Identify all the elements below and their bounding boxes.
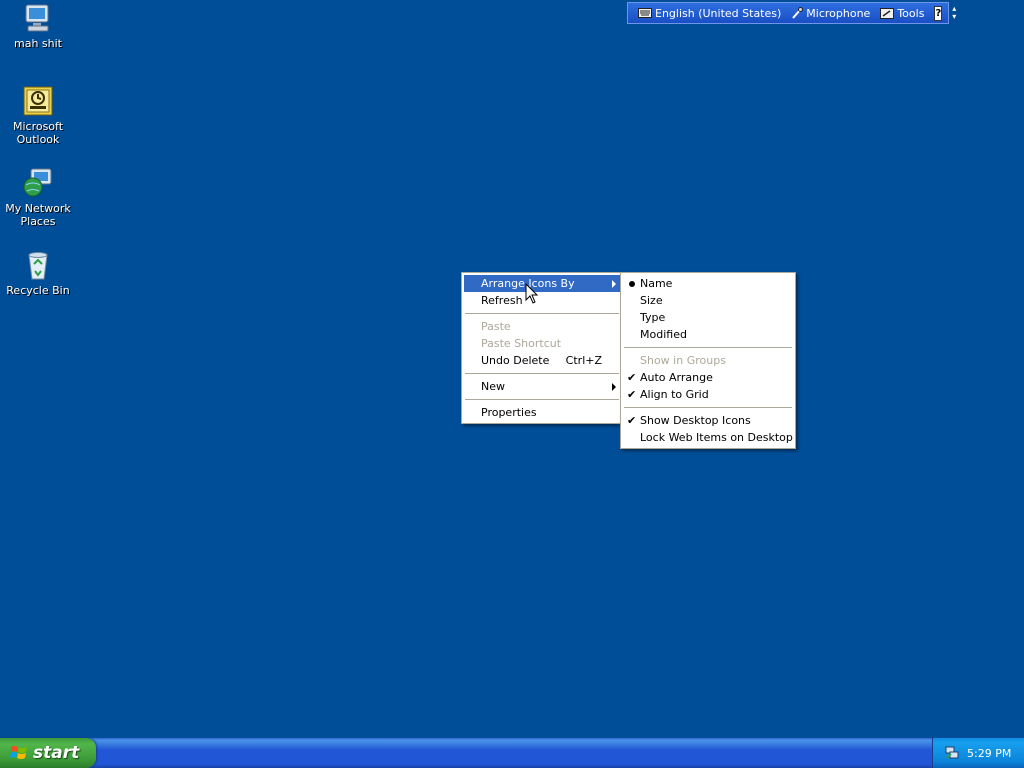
menu-item-label: Name <box>640 277 673 290</box>
language-button[interactable]: English (United States) <box>638 7 781 20</box>
menu-item-paste-shortcut: Paste Shortcut <box>464 335 620 352</box>
start-label: start <box>33 743 80 763</box>
menu-item-label: Type <box>640 311 666 324</box>
menu-item-properties[interactable]: Properties <box>464 404 620 421</box>
menu-separator <box>465 313 619 314</box>
desktop-icon-label: Recycle Bin <box>6 284 70 297</box>
keyboard-icon <box>638 8 652 18</box>
submenu-item-show-in-groups: Show in Groups <box>623 352 793 369</box>
help-icon[interactable]: ? <box>934 5 943 21</box>
menu-item-label: Auto Arrange <box>640 371 713 384</box>
menu-item-shortcut: Ctrl+Z <box>565 354 602 367</box>
menu-item-label: Undo Delete <box>481 354 550 367</box>
submenu-arrow-icon <box>612 383 616 391</box>
start-button[interactable]: start <box>0 738 96 768</box>
menu-item-label: Lock Web Items on Desktop <box>640 431 793 444</box>
system-tray: 5:29 PM <box>932 738 1024 768</box>
desktop-icon-network-places[interactable]: My Network Places <box>0 167 76 228</box>
desktop-icon-label: My Network Places <box>5 202 71 228</box>
menu-item-label: New <box>481 380 505 393</box>
menu-item-label: Align to Grid <box>640 388 709 401</box>
menu-item-label: Paste <box>481 320 511 333</box>
desktop-context-menu: Arrange Icons By Refresh Paste Paste Sho… <box>461 272 623 424</box>
desktop-icon-recycle-bin[interactable]: Recycle Bin <box>0 249 76 297</box>
menu-item-label: Properties <box>481 406 537 419</box>
checkmark-icon: ✔ <box>627 414 637 427</box>
desktop-icon-my-computer[interactable]: mah shit <box>0 2 76 50</box>
submenu-item-lock-web-items[interactable]: Lock Web Items on Desktop <box>623 429 793 446</box>
arrange-icons-submenu: Name Size Type Modified Show in Groups ✔… <box>620 272 796 449</box>
microphone-icon <box>792 7 804 19</box>
menu-item-label: Show Desktop Icons <box>640 414 751 427</box>
checkmark-icon: ✔ <box>627 371 637 384</box>
tools-label: Tools <box>897 6 925 20</box>
desktop-icon-label: Microsoft Outlook <box>12 120 64 146</box>
submenu-item-align-to-grid[interactable]: ✔ Align to Grid <box>623 386 793 403</box>
radio-bullet-icon <box>629 281 635 287</box>
windows-logo-icon <box>10 746 27 759</box>
menu-item-undo-delete[interactable]: Undo Delete Ctrl+Z <box>464 352 620 369</box>
tools-icon <box>880 7 895 19</box>
checkmark-icon: ✔ <box>627 388 637 401</box>
microphone-button[interactable]: Microphone <box>791 7 870 20</box>
language-bar-options-icon[interactable]: ▴ ▾ <box>952 5 956 21</box>
menu-item-label: Refresh <box>481 294 523 307</box>
recycle-bin-icon <box>22 249 54 281</box>
menu-item-new[interactable]: New <box>464 378 620 395</box>
menu-item-label: Size <box>640 294 663 307</box>
menu-separator <box>465 373 619 374</box>
menu-separator <box>624 347 792 348</box>
desktop-icon-label: mah shit <box>14 37 62 50</box>
submenu-item-show-desktop-icons[interactable]: ✔ Show Desktop Icons <box>623 412 793 429</box>
language-label: English (United States) <box>655 6 782 20</box>
submenu-item-auto-arrange[interactable]: ✔ Auto Arrange <box>623 369 793 386</box>
submenu-arrow-icon <box>612 280 616 288</box>
menu-item-arrange-icons-by[interactable]: Arrange Icons By <box>464 275 620 292</box>
submenu-item-modified[interactable]: Modified <box>623 326 793 343</box>
menu-separator <box>624 407 792 408</box>
menu-separator <box>465 399 619 400</box>
mouse-pointer-icon <box>525 283 539 304</box>
computer-icon <box>22 2 54 34</box>
menu-item-paste: Paste <box>464 318 620 335</box>
outlook-icon <box>22 85 54 117</box>
submenu-item-type[interactable]: Type <box>623 309 793 326</box>
network-tray-icon[interactable] <box>945 746 959 760</box>
menu-item-label: Show in Groups <box>640 354 726 367</box>
menu-item-label: Paste Shortcut <box>481 337 562 350</box>
desktop-icon-outlook[interactable]: Microsoft Outlook <box>0 85 76 146</box>
submenu-item-size[interactable]: Size <box>623 292 793 309</box>
tools-button[interactable]: Tools <box>880 7 924 20</box>
menu-item-label: Modified <box>640 328 687 341</box>
desktop[interactable]: mah shit Microsoft Outlook My Network Pl… <box>0 0 1024 738</box>
microphone-label: Microphone <box>806 6 871 20</box>
network-globe-icon <box>22 167 54 199</box>
menu-item-refresh[interactable]: Refresh <box>464 292 620 309</box>
taskbar: start 5:29 PM <box>0 738 1024 768</box>
submenu-item-name[interactable]: Name <box>623 275 793 292</box>
clock[interactable]: 5:29 PM <box>967 747 1011 760</box>
language-bar[interactable]: English (United States) Microphone Tools… <box>627 2 956 24</box>
